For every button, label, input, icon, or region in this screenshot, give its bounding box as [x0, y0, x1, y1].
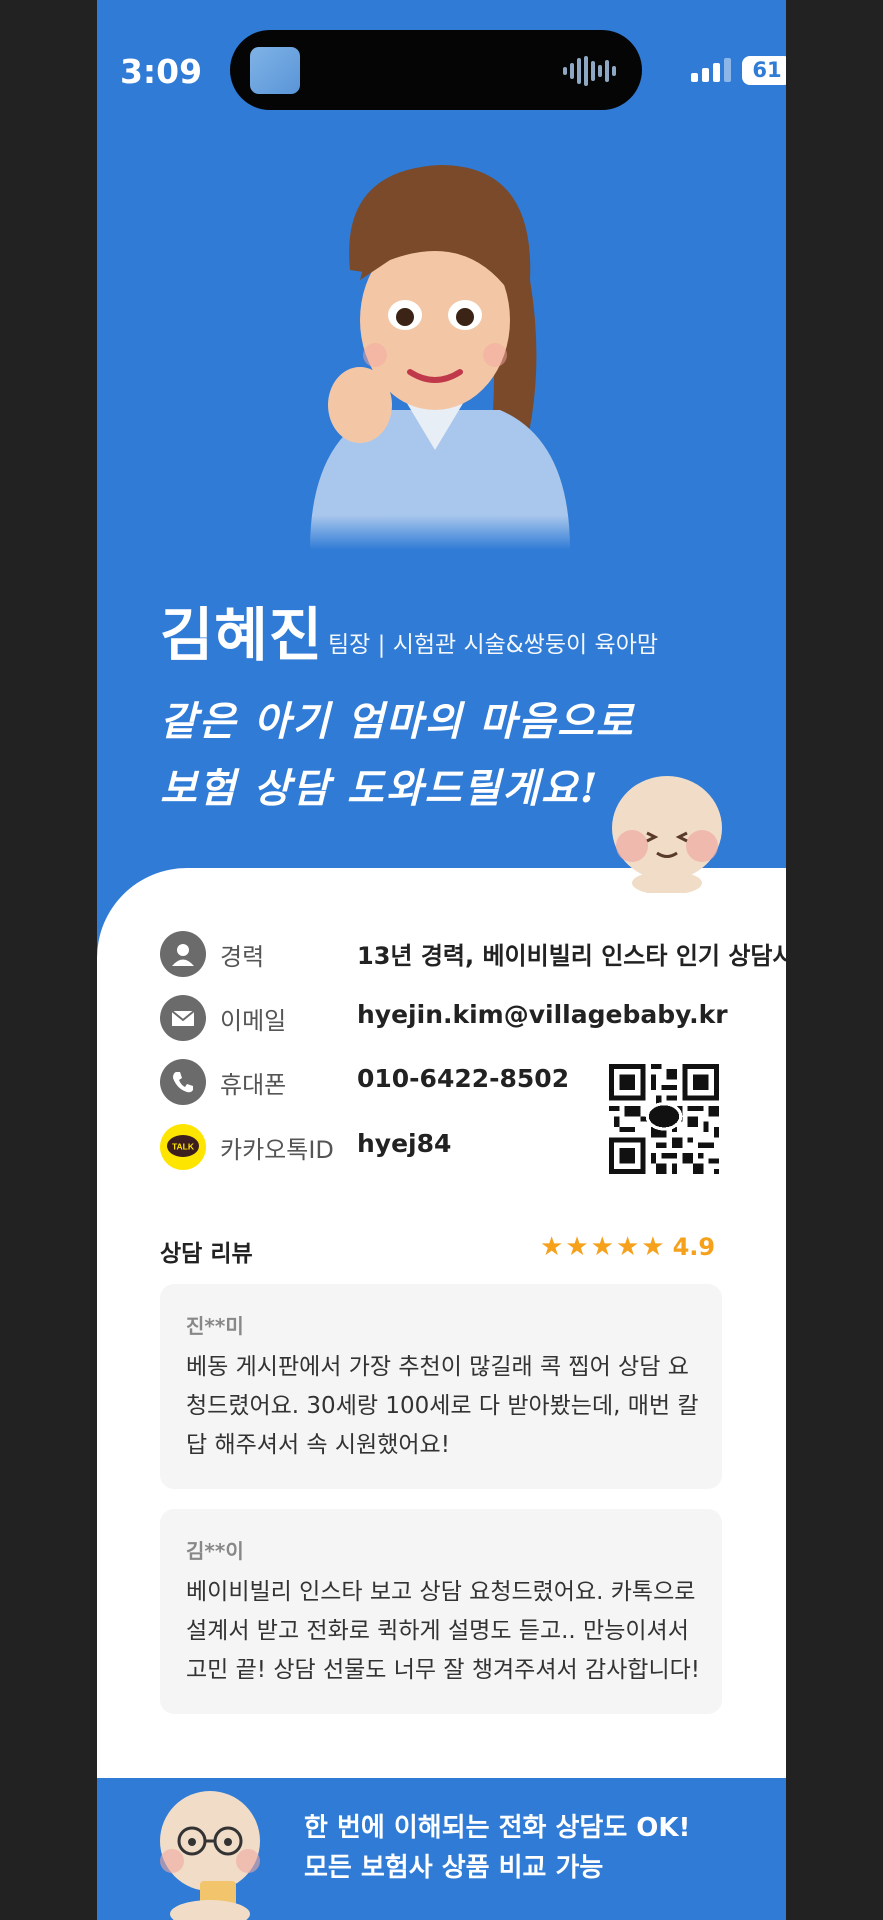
phone-value[interactable]: 010-6422-8502 [357, 1064, 569, 1093]
slogan-line-1: 같은 아기 엄마의 마음으로 [160, 698, 635, 745]
review-author: 김**이 [186, 1539, 244, 1563]
rating-value: 4.9 [672, 1233, 716, 1261]
review-card: 진**미 베동 게시판에서 가장 추천이 많길래 콕 찝어 상담 요청드렸어요.… [160, 1284, 722, 1489]
now-playing-artwork[interactable] [250, 47, 300, 94]
star-icon: ★ [641, 1232, 665, 1262]
baby-glasses-memoji-image [160, 1791, 260, 1920]
banner-line-2: 모든 보험사 상품 비교 가능 [304, 1853, 604, 1883]
phone-icon [160, 1059, 206, 1105]
dynamic-island[interactable] [230, 30, 642, 110]
banner-line-1: 한 번에 이해되는 전화 상담도 OK! [304, 1813, 691, 1843]
kakaotalk-badge-text: TALK [172, 1142, 195, 1152]
email-label: 이메일 [220, 1007, 287, 1035]
phone-row[interactable]: 휴대폰 010-6422-8502 [160, 1059, 569, 1105]
star-icon: ★ [615, 1232, 640, 1262]
review-card: 김**이 베이비빌리 인스타 보고 상담 요청드렸어요. 카톡으로 설계서 받고… [160, 1509, 722, 1714]
kakao-label: 카카오톡ID [220, 1136, 334, 1164]
person-icon [160, 931, 206, 977]
kakaotalk-icon: TALK [160, 1124, 206, 1170]
battery-indicator: 61 [742, 56, 786, 85]
cellular-signal-icon [691, 58, 731, 82]
phone-label: 휴대폰 [220, 1071, 287, 1099]
star-icon: ★ [590, 1232, 614, 1262]
kakao-row[interactable]: TALK 카카오톡ID hyej84 [160, 1124, 451, 1170]
star-icon: ★ [565, 1232, 589, 1262]
career-row: 경력 13년 경력, 베이비빌리 인스타 인기 상담사 [160, 931, 786, 977]
qr-code-icon[interactable] [609, 1064, 719, 1174]
star-icon: ★ [540, 1232, 564, 1262]
audio-waveform-icon [563, 56, 616, 86]
baby-memoji-image [612, 776, 722, 893]
career-label: 경력 [220, 943, 265, 971]
mail-icon [160, 995, 206, 1041]
review-author: 진**미 [186, 1314, 244, 1338]
banner-text: 한 번에 이해되는 전화 상담도 OK! 모든 보험사 상품 비교 가능 [304, 1808, 690, 1888]
consultant-role: 팀장 | 시험관 시술&쌍둥이 육아맘 [328, 632, 659, 658]
memoji-avatar-image [310, 165, 570, 550]
career-value: 13년 경력, 베이비빌리 인스타 인기 상담사 [357, 942, 786, 970]
review-text: 베이비빌리 인스타 보고 상담 요청드렸어요. 카톡으로 설계서 받고 전화로 … [186, 1579, 700, 1683]
consultant-name: 김혜진 [160, 601, 324, 669]
rating-stars: ★ ★ ★ ★ ★ 4.9 [540, 1232, 715, 1262]
email-row[interactable]: 이메일 hyejin.kim@villagebaby.kr [160, 995, 728, 1041]
slogan-line-2: 보험 상담 도와드릴게요! [160, 765, 600, 812]
review-text: 베동 게시판에서 가장 추천이 많길래 콕 찝어 상담 요청드렸어요. 30세랑… [186, 1354, 699, 1458]
status-time: 3:09 [119, 52, 203, 91]
kakao-value[interactable]: hyej84 [357, 1129, 451, 1158]
slogan: 같은 아기 엄마의 마음으로 보험 상담 도와드릴게요! [160, 688, 635, 822]
email-value[interactable]: hyejin.kim@villagebaby.kr [357, 1000, 728, 1029]
reviews-title: 상담 리뷰 [160, 1241, 253, 1267]
profile-page: 3:09 61 김혜진 팀장 | 시험관 시술&쌍둥이 육아맘 같은 아기 엄마… [97, 0, 786, 1920]
